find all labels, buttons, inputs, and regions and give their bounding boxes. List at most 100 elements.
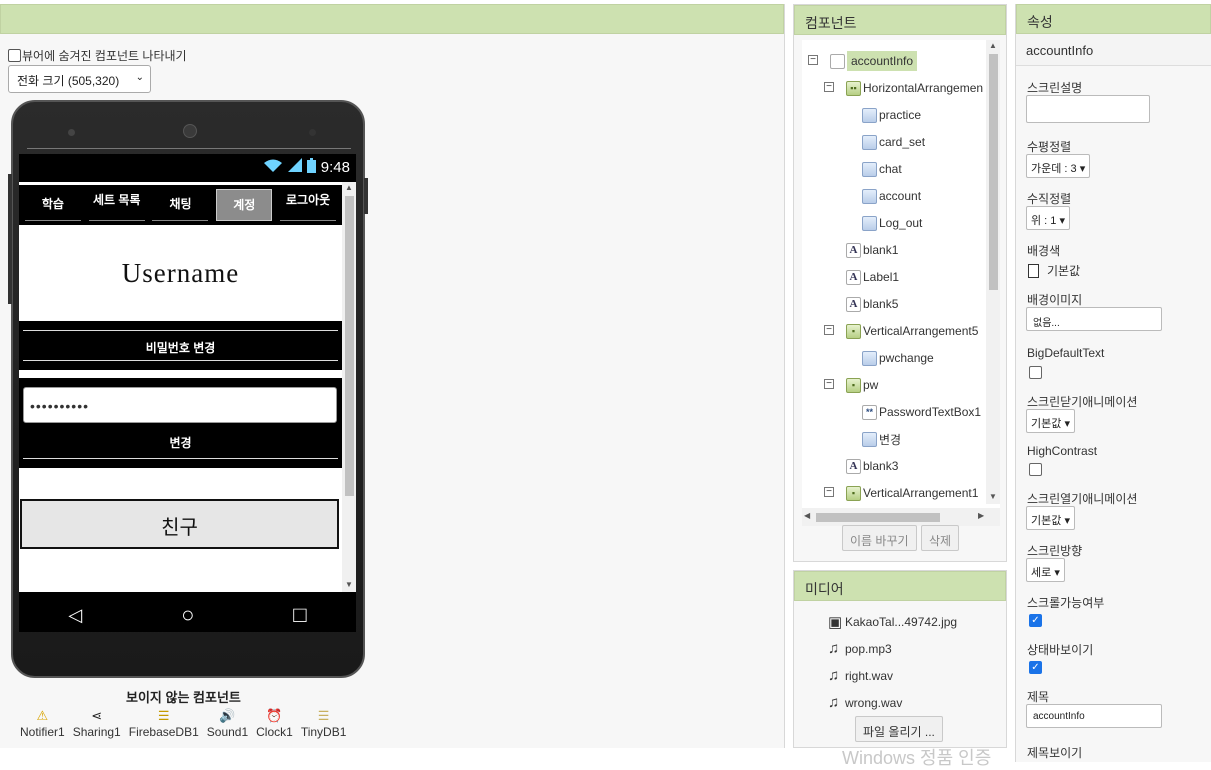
scroll-thumb[interactable]: [345, 196, 354, 496]
collapse-icon[interactable]: −: [824, 325, 834, 335]
scroll-up-icon[interactable]: ▲: [345, 183, 353, 192]
back-icon[interactable]: ◁: [68, 605, 82, 626]
nonvisible-clock[interactable]: ⏰ Clock1: [256, 707, 293, 739]
tab-set-list[interactable]: 세트 목록: [88, 189, 145, 221]
media-header: 미디어: [794, 571, 1006, 601]
component-label: TinyDB1: [300, 725, 347, 739]
tree-node[interactable]: account: [862, 186, 921, 206]
divider: [23, 458, 338, 459]
scroll-up-icon[interactable]: ▲: [989, 41, 997, 50]
title-input[interactable]: accountInfo: [1026, 704, 1162, 728]
component-label: FirebaseDB1: [128, 725, 199, 739]
tree-node[interactable]: 변경: [862, 429, 901, 449]
dropdown-value: 기본값: [1031, 418, 1062, 430]
show-hidden-components-checkbox[interactable]: 뷰어에 숨겨진 컴포넌트 나타내기: [8, 47, 187, 64]
tree-node-label: HorizontalArrangemen: [863, 81, 984, 95]
tree-node[interactable]: A blank5: [846, 294, 898, 314]
label-icon: A: [846, 242, 861, 258]
tree-node-label: Label1: [863, 270, 900, 284]
tree-node[interactable]: − ▪ VerticalArrangement5: [802, 321, 978, 341]
friend-button[interactable]: 친구: [20, 499, 339, 549]
scroll-left-icon[interactable]: ◀: [804, 511, 810, 520]
upload-file-button[interactable]: 파일 올리기 ...: [855, 716, 943, 742]
tree-node[interactable]: − ▪ VerticalArrangement1: [802, 483, 978, 503]
tab-logout[interactable]: 로그아웃: [280, 189, 337, 221]
nonvisible-sharing[interactable]: ⋖ Sharing1: [73, 707, 121, 739]
bigtext-checkbox[interactable]: [1029, 366, 1042, 379]
collapse-icon[interactable]: −: [808, 55, 818, 65]
tree-node[interactable]: pwchange: [862, 348, 934, 368]
screen-description-textarea[interactable]: [1026, 95, 1150, 123]
bgcolor-value: 기본값: [1047, 264, 1081, 278]
tab-study[interactable]: 학습: [24, 189, 81, 221]
media-item[interactable]: ▣ KakaoTal...49742.jpg: [828, 613, 957, 631]
component-label: Clock1: [256, 725, 293, 739]
chevron-down-icon: ▾: [1064, 515, 1070, 527]
password-textbox[interactable]: ••••••••••: [23, 387, 337, 423]
nonvisible-sound[interactable]: 🔊 Sound1: [207, 707, 248, 739]
media-item[interactable]: ♫ wrong.wav: [828, 694, 902, 711]
highcontrast-checkbox[interactable]: [1029, 463, 1042, 476]
component-tree: − accountInfo − ▪▪ HorizontalArrangemen …: [802, 40, 1000, 526]
change-button[interactable]: 변경: [19, 434, 342, 454]
nonvisible-firebase[interactable]: ☰ FirebaseDB1: [129, 707, 199, 739]
scroll-right-icon[interactable]: ▶: [978, 511, 984, 520]
valign-dropdown[interactable]: 위 : 1 ▾: [1026, 206, 1070, 230]
scroll-thumb[interactable]: [816, 513, 940, 522]
properties-header: 속성: [1016, 4, 1211, 34]
close-animation-dropdown[interactable]: 기본값 ▾: [1026, 409, 1075, 433]
tree-node[interactable]: chat: [862, 159, 902, 179]
scroll-down-icon[interactable]: ▼: [989, 492, 997, 501]
app-scrollbar[interactable]: ▲ ▼: [342, 182, 356, 592]
tree-node[interactable]: A Label1: [846, 267, 899, 287]
tree-node[interactable]: − accountInfo: [802, 51, 918, 71]
scrollable-checkbox[interactable]: ✓: [1029, 614, 1042, 627]
statusbar-checkbox[interactable]: ✓: [1029, 661, 1042, 674]
collapse-icon[interactable]: −: [824, 379, 834, 389]
phone-size-select[interactable]: 전화 크기 (505,320) ⌄: [8, 65, 151, 93]
collapse-icon[interactable]: −: [824, 82, 834, 92]
tree-node[interactable]: ** PasswordTextBox1: [862, 402, 981, 422]
dropdown-value: 가운데 : 3: [1031, 163, 1077, 175]
scroll-down-icon[interactable]: ▼: [345, 580, 353, 589]
open-animation-dropdown[interactable]: 기본값 ▾: [1026, 506, 1075, 530]
tree-node-label: accountInfo: [847, 51, 918, 71]
tree-node[interactable]: A blank1: [846, 240, 898, 260]
tree-node[interactable]: card_set: [862, 132, 925, 152]
chevron-down-icon: ▾: [1054, 567, 1060, 579]
tree-node[interactable]: − ▪▪ HorizontalArrangemen: [802, 78, 983, 98]
tab-chat[interactable]: 채팅: [152, 189, 209, 221]
tree-node-label: account: [879, 189, 922, 203]
home-icon[interactable]: ○: [181, 602, 194, 628]
tree-node[interactable]: Log_out: [862, 213, 922, 233]
orientation-dropdown[interactable]: 세로 ▾: [1026, 558, 1065, 582]
media-item[interactable]: ♫ right.wav: [828, 667, 893, 684]
collapse-icon[interactable]: −: [824, 487, 834, 497]
nonvisible-notifier[interactable]: ⚠ Notifier1: [20, 707, 65, 739]
tree-node[interactable]: A blank3: [846, 456, 898, 476]
phone-screen: 9:48 학습 세트 목록 채팅 계정 로그아웃 Username 비밀번호 변…: [19, 154, 356, 632]
phone-preview: 9:48 학습 세트 목록 채팅 계정 로그아웃 Username 비밀번호 변…: [8, 100, 368, 678]
delete-button[interactable]: 삭제: [921, 525, 960, 551]
tree-node-label: VerticalArrangement5: [863, 324, 979, 338]
halign-dropdown[interactable]: 가운데 : 3 ▾: [1026, 154, 1091, 178]
nonvisible-tinydb[interactable]: ☰ TinyDB1: [301, 707, 347, 739]
checkbox-box[interactable]: [8, 49, 21, 62]
tree-vertical-scrollbar[interactable]: ▲ ▼: [986, 40, 1000, 504]
signal-icon: [287, 158, 302, 176]
tree-node[interactable]: − ▪ pw: [802, 375, 878, 395]
share-icon: ⋖: [91, 708, 103, 723]
bgimage-input[interactable]: 없음...: [1026, 307, 1162, 331]
phone-side-button: [364, 178, 368, 214]
tab-account[interactable]: 계정: [216, 189, 273, 221]
scroll-thumb[interactable]: [989, 54, 998, 290]
pw-change-bar[interactable]: 비밀번호 변경: [19, 321, 342, 370]
rename-button[interactable]: 이름 바꾸기: [842, 525, 917, 551]
recent-apps-icon[interactable]: □: [293, 602, 306, 628]
bgcolor-picker[interactable]: 기본값: [1028, 262, 1080, 279]
tree-horizontal-scrollbar[interactable]: ◀ ▶: [802, 508, 1000, 526]
tree-node[interactable]: practice: [862, 105, 921, 125]
tree-node-label: card_set: [879, 135, 926, 149]
media-item[interactable]: ♫ pop.mp3: [828, 640, 892, 657]
tree-node-label: chat: [879, 162, 902, 176]
